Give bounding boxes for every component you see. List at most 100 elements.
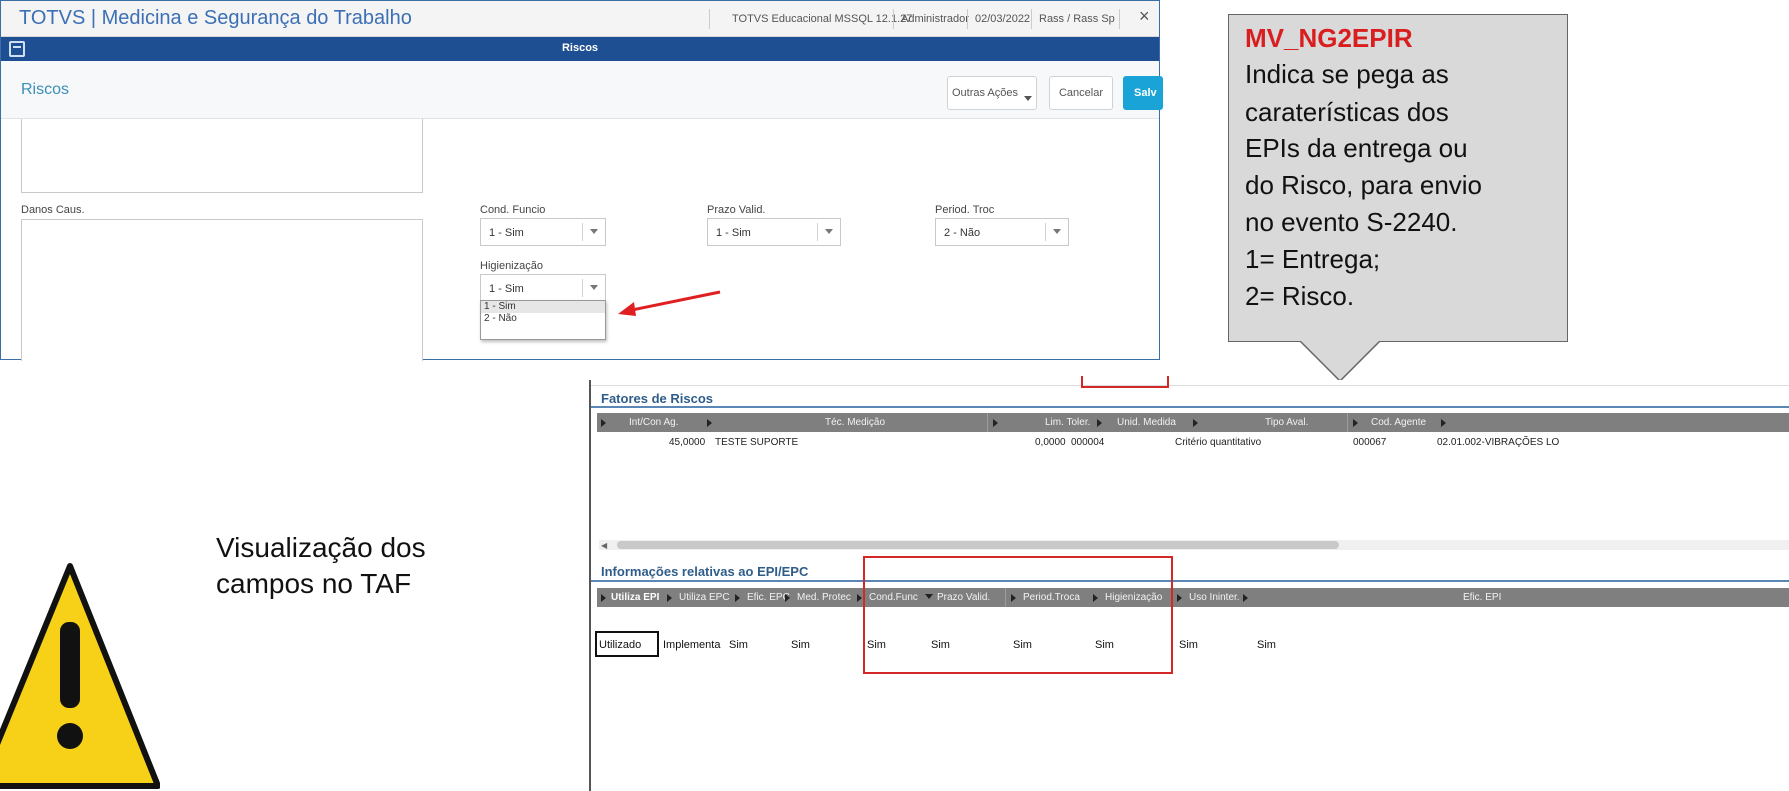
cond-funcio-value: 1 - Sim — [489, 227, 524, 239]
column-header[interactable]: Tipo Aval. — [1265, 417, 1308, 428]
higienizacao-label: Higienização — [480, 260, 543, 272]
sort-icon[interactable] — [1097, 419, 1102, 427]
column-header[interactable]: Efic. EPC — [747, 592, 790, 603]
sort-icon[interactable] — [601, 419, 606, 427]
sort-icon[interactable] — [735, 594, 740, 602]
title-bar: TOTVS | Medicina e Segurança do Trabalho… — [1, 1, 1159, 37]
window-header-bar: Riscos — [1, 37, 1159, 61]
cell-uso-ininter[interactable]: Sim — [1179, 639, 1198, 651]
section-divider — [591, 406, 1789, 408]
close-icon[interactable]: × — [1139, 6, 1150, 27]
sort-icon[interactable] — [1243, 594, 1248, 602]
epi-grid-header: Utiliza EPI Utiliza EPC Efic. EPC Med. P… — [597, 588, 1789, 607]
sort-icon[interactable] — [1353, 419, 1358, 427]
cell-utiliza-epi[interactable]: Utilizado — [595, 631, 659, 657]
cell-med-protec[interactable]: Sim — [791, 639, 810, 651]
separator — [1119, 9, 1120, 29]
other-actions-button[interactable]: Outras Ações — [947, 76, 1037, 110]
page-title: Riscos — [21, 81, 70, 98]
scroll-left-icon[interactable]: ◀ — [601, 541, 607, 550]
section-divider — [591, 580, 1789, 582]
separator — [1031, 9, 1032, 29]
cell-cod-agente[interactable]: 000067 — [1353, 437, 1386, 448]
column-header[interactable]: Cod. Agente — [1371, 417, 1426, 428]
callout-title: MV_NG2EPIR — [1245, 23, 1413, 53]
chevron-down-icon — [1053, 229, 1061, 234]
chevron-down-icon — [590, 229, 598, 234]
separator — [582, 223, 583, 241]
column-header[interactable]: Med. Protec — [797, 592, 851, 603]
environment-label: TOTVS Educacional MSSQL 12.1.27 — [732, 13, 913, 25]
cell-agente-desc[interactable]: 02.01.002-VIBRAÇÕES LO — [1437, 437, 1559, 448]
column-header[interactable]: Lim. Toler. — [1045, 417, 1090, 428]
period-troc-select[interactable]: 2 - Não — [935, 218, 1069, 246]
chevron-down-icon — [1024, 95, 1033, 101]
callout-line: EPIs da entrega ou — [1245, 133, 1468, 163]
column-header[interactable]: Efic. EPI — [1463, 592, 1501, 603]
cell-unid-medida[interactable]: 000004 — [1071, 437, 1104, 448]
cell-tipo-aval[interactable]: Critério quantitativo — [1175, 437, 1261, 448]
column-header[interactable]: Unid. Medida — [1117, 417, 1176, 428]
scroll-thumb[interactable] — [617, 541, 1339, 549]
sort-icon[interactable] — [993, 419, 998, 427]
higienizacao-select[interactable]: 1 - Sim — [480, 274, 606, 302]
user-label: Administrador — [901, 13, 969, 25]
sort-icon[interactable] — [1193, 419, 1198, 427]
cell-int-con[interactable]: 45,0000 — [669, 437, 705, 448]
column-header[interactable]: Uso Ininter. — [1189, 592, 1240, 603]
callout-line: no evento S-2240. — [1245, 207, 1458, 237]
danos-label: Danos Caus. — [21, 204, 85, 216]
pointer-arrow — [618, 290, 721, 316]
cell-efic-epc[interactable]: Sim — [729, 639, 748, 651]
highlight-box-partial — [1081, 376, 1169, 388]
column-divider[interactable] — [987, 413, 988, 432]
separator — [709, 9, 710, 29]
column-header[interactable]: Utiliza EPI — [611, 592, 659, 603]
column-divider[interactable] — [1347, 413, 1348, 432]
note-line: Visualização dos — [216, 532, 426, 563]
column-header[interactable]: Utiliza EPC — [679, 592, 730, 603]
period-troc-value: 2 - Não — [944, 227, 981, 239]
sort-icon[interactable] — [1441, 419, 1446, 427]
horizontal-scrollbar[interactable]: ◀ — [599, 540, 1789, 550]
sort-icon[interactable] — [707, 419, 712, 427]
fatores-grid-header: Int/Con Ag. Téc. Medição Lim. Toler. Uni… — [597, 413, 1789, 432]
sort-icon[interactable] — [1177, 594, 1182, 602]
separator — [893, 9, 894, 29]
cell-efic-epi[interactable]: Sim — [1257, 639, 1276, 651]
grid-top-strip — [591, 380, 1789, 386]
save-button[interactable]: Salv — [1123, 76, 1163, 110]
column-header[interactable]: Téc. Medição — [825, 417, 885, 428]
callout-line: Indica se pega as — [1245, 59, 1449, 89]
chevron-down-icon — [825, 229, 833, 234]
sort-icon[interactable] — [857, 594, 862, 602]
taf-note: Visualização dos campos no TAF — [216, 530, 426, 602]
sort-icon[interactable] — [785, 594, 790, 602]
window-title: Riscos — [561, 42, 599, 54]
cell-utiliza-epc[interactable]: Implementa — [663, 639, 720, 651]
danos-field[interactable] — [21, 219, 423, 361]
page-header: Riscos Outras Ações Cancelar Salv — [1, 61, 1163, 119]
branch-label: Rass / Rass Sp — [1039, 13, 1115, 25]
taf-grid-window: Fatores de Riscos Int/Con Ag. Téc. Mediç… — [589, 376, 1789, 791]
separator — [1045, 223, 1046, 241]
cancel-button[interactable]: Cancelar — [1049, 76, 1113, 110]
dropdown-option[interactable]: 2 - Não — [481, 313, 605, 325]
higienizacao-value: 1 - Sim — [489, 283, 524, 295]
cond-funcio-select[interactable]: 1 - Sim — [480, 218, 606, 246]
column-header[interactable]: Int/Con Ag. — [629, 417, 678, 428]
prazo-valid-label: Prazo Valid. — [707, 204, 766, 216]
memo-field[interactable] — [21, 119, 423, 193]
cell-lim-toler[interactable]: 0,0000 — [1035, 437, 1066, 448]
prazo-valid-value: 1 - Sim — [716, 227, 751, 239]
sort-icon[interactable] — [601, 594, 606, 602]
fatores-title: Fatores de Riscos — [601, 391, 713, 406]
dropdown-option[interactable]: 1 - Sim — [481, 301, 605, 313]
note-line: campos no TAF — [216, 568, 412, 599]
sort-icon[interactable] — [667, 594, 672, 602]
callout-line: 1= Entrega; — [1245, 244, 1381, 274]
callout-line: do Risco, para envio — [1245, 170, 1483, 200]
prazo-valid-select[interactable]: 1 - Sim — [707, 218, 841, 246]
callout-line: caraterísticas dos — [1245, 97, 1449, 127]
cell-tec-medicao[interactable]: TESTE SUPORTE — [715, 437, 798, 448]
